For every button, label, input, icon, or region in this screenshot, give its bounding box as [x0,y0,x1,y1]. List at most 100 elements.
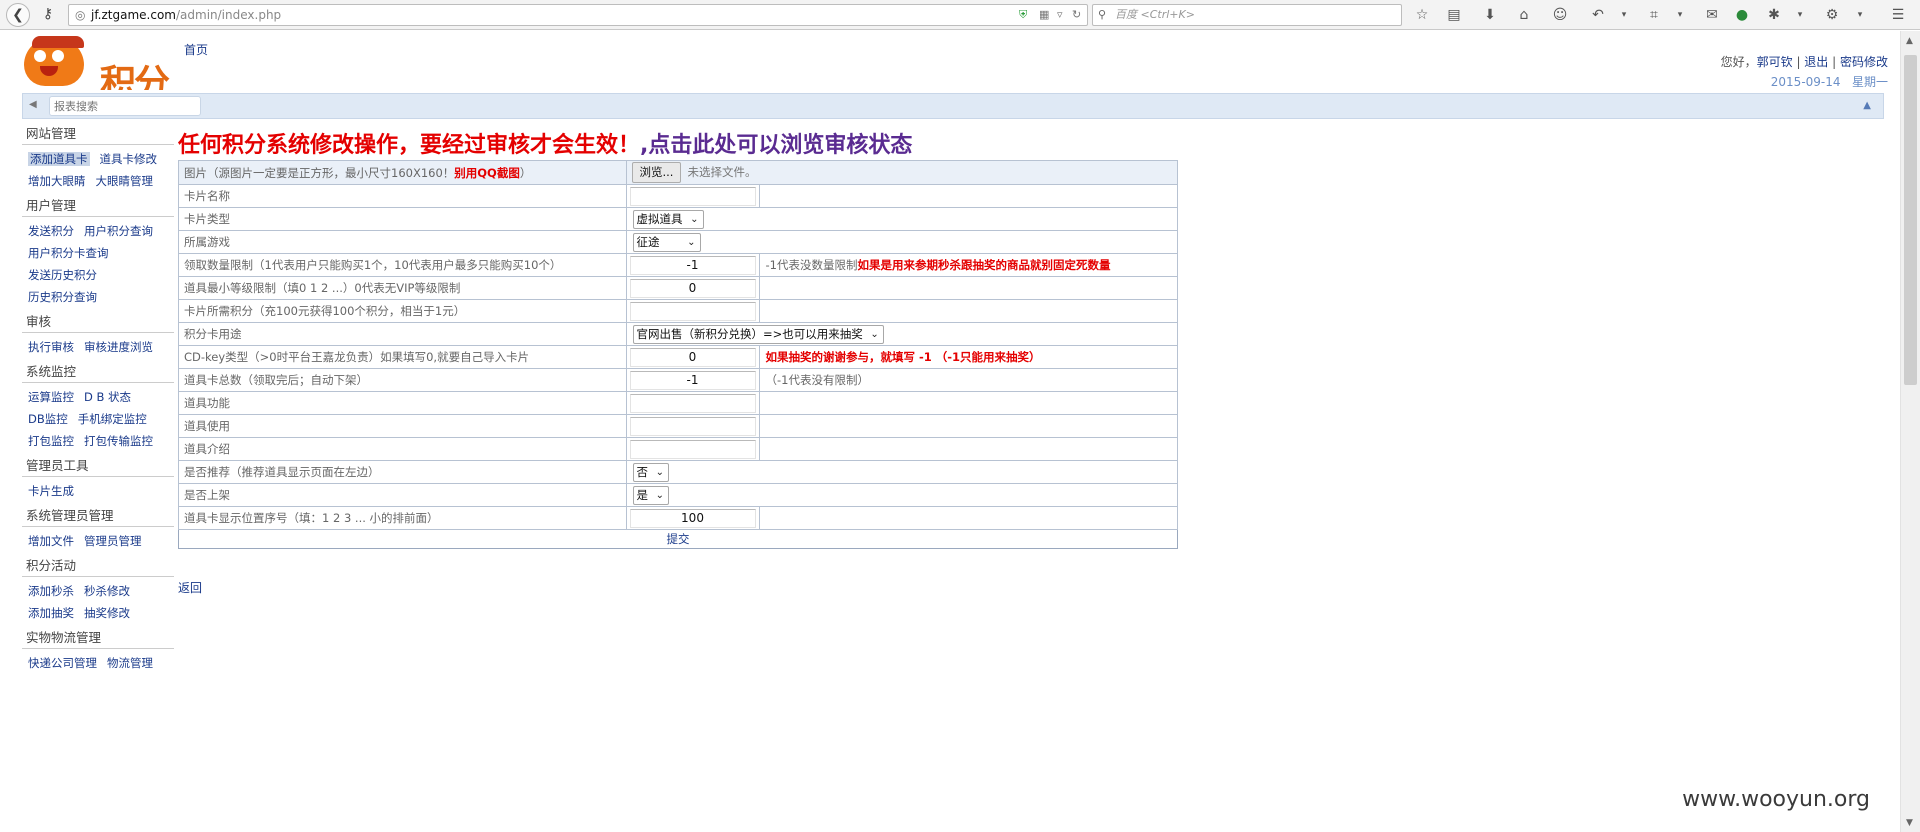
key-icon[interactable]: ⚷ [36,3,60,27]
star-icon[interactable]: ☆ [1412,5,1432,25]
cdkey-input[interactable] [629,347,756,367]
order-input[interactable] [629,508,756,528]
limit-input[interactable] [629,255,756,275]
usage-select[interactable]: 官网出售（新积分兑换）=>也可以用来抽奖 ⌄ [632,324,884,344]
recommend-select[interactable]: 否 ⌄ [632,462,669,482]
sidebar-item[interactable]: 手机绑定监控 [78,412,147,426]
logout-link[interactable]: 退出 [1804,55,1828,69]
sidebar-section-title: 网站管理 [22,123,174,145]
dropdown-icon[interactable]: ▿ [1057,5,1063,25]
audit-status-link[interactable]: ,点击此处可以浏览审核状态 [640,133,912,158]
sidebar-section-title: 实物物流管理 [22,627,174,649]
tools-icon[interactable]: ⚙ [1822,5,1842,25]
sidebar-item[interactable]: 抽奖修改 [84,606,130,620]
qr-icon[interactable]: ▦ [1039,5,1049,25]
card-type-select[interactable]: 虚拟道具 ⌄ [632,209,704,229]
audit-notice-warning: 任何积分系统修改操作，要经过审核才会生效！ [178,133,641,158]
sidebar-item[interactable]: 发送积分 [28,224,74,238]
home-link[interactable]: 首页 [184,41,208,58]
sidebar-item[interactable]: 审核进度浏览 [84,340,153,354]
report-search-input[interactable] [49,96,201,116]
clipboard-icon[interactable]: ▤ [1444,5,1464,25]
chevron-down-icon[interactable]: ▾ [1670,5,1690,25]
sidebar-item[interactable]: 添加秒杀 [28,584,74,598]
address-bar[interactable]: ◎ jf.ztgame.com/admin/index.php ⛨ ▦ ▿ ↻ [68,4,1088,26]
points-input[interactable] [629,301,756,321]
sidebar-item[interactable]: 执行审核 [28,340,74,354]
crop-icon[interactable]: ⌗ [1644,5,1664,25]
date-value: 2015-09-14 [1770,75,1841,89]
sidebar-section-items: 发送积分 用户积分查询用户积分卡查询发送历史积分 历史积分查询 [22,217,174,309]
sidebar-item[interactable]: 用户积分卡查询 [28,246,109,260]
submit-link[interactable]: 提交 [667,532,690,546]
chevron-down-icon[interactable]: ▾ [1850,5,1870,25]
sidebar-item[interactable]: 打包监控 [28,434,74,448]
collapse-up-icon[interactable]: ▲ [1863,100,1871,111]
scrollbar[interactable]: ▲ ▼ [1900,31,1920,832]
home-icon[interactable]: ⌂ [1514,5,1534,25]
sidebar-item[interactable]: 添加抽奖 [28,606,74,620]
page-content: 积分 首页 您好，郭可钦 | 退出 | 密码修改 2015-09-14 星期一 … [0,31,1900,832]
sidebar-section-items: 增加文件 管理员管理 [22,527,174,553]
function-input[interactable] [629,393,756,413]
username-link[interactable]: 郭可钦 [1757,55,1793,69]
back-icon[interactable]: ❮ [6,3,30,27]
sidebar-item[interactable]: 卡片生成 [28,484,74,498]
scroll-up-icon[interactable]: ▲ [1906,36,1913,46]
undo-icon[interactable]: ↶ [1588,5,1608,25]
image-upload-cell: 浏览... 未选择文件。 [625,160,1178,185]
collapse-left-icon[interactable]: ◀ [29,99,37,110]
sidebar-item[interactable]: 打包传输监控 [84,434,153,448]
sidebar-item[interactable]: 添加道具卡 [28,152,90,166]
sidebar-item[interactable]: 运算监控 [28,390,74,404]
total-input[interactable] [629,370,756,390]
sidebar-item[interactable]: 秒杀修改 [84,584,130,598]
audit-notice[interactable]: 任何积分系统修改操作，要经过审核才会生效！,点击此处可以浏览审核状态 [178,127,912,159]
intro-label: 道具介绍 [178,437,627,461]
scroll-down-icon[interactable]: ▼ [1906,818,1913,828]
total-label: 道具卡总数（领取完后；自动下架） [178,368,627,392]
sidebar-item[interactable]: 增加文件 [28,534,74,548]
sidebar-item[interactable]: 快递公司管理 [28,656,97,670]
form-row-card-name: 卡片名称 [178,184,1178,208]
min-level-input[interactable] [629,278,756,298]
use-input[interactable] [629,416,756,436]
green-extension-icon[interactable]: ● [1732,5,1752,25]
change-password-link[interactable]: 密码修改 [1840,55,1888,69]
form-row-image: 图片（源图片一定要是正方形，最小尺寸160X160！别用QQ截图） 浏览... 未… [178,160,1178,185]
sidebar-item[interactable]: 道具卡修改 [100,152,158,166]
menu-icon[interactable]: ☰ [1888,5,1908,25]
back-link[interactable]: 返回 [178,579,202,596]
form-row-submit: 提交 [179,530,1178,549]
on-shelf-select[interactable]: 是 ⌄ [632,485,669,505]
usage-label: 积分卡用途 [178,322,627,346]
form-row-cdkey: CD-key类型（>0时平台王嘉龙负责）如果填写0,就要自己导入卡片 如果抽奖的… [178,345,1178,369]
chevron-down-icon[interactable]: ▾ [1790,5,1810,25]
sidebar-item[interactable]: 历史积分查询 [28,290,97,304]
chat-icon[interactable]: ✉ [1702,5,1722,25]
use-label: 道具使用 [178,414,627,438]
sidebar-item[interactable]: 发送历史积分 [28,268,97,282]
game-select[interactable]: 征途 ⌄ [632,232,701,252]
chevron-down-icon[interactable]: ▾ [1614,5,1634,25]
sidebar-item[interactable]: 物流管理 [107,656,153,670]
browse-button[interactable]: 浏览... [631,162,682,183]
emoji-icon[interactable]: ☺ [1550,5,1570,25]
url-path: /admin/index.php [176,8,282,22]
sidebar-item[interactable]: 增加大眼睛 [28,174,86,188]
scrollbar-thumb[interactable] [1904,55,1917,385]
chevron-down-icon: ⌄ [870,328,879,340]
bug-icon[interactable]: ✱ [1764,5,1784,25]
browser-search-input[interactable]: ⚲ 百度 <Ctrl+K> [1092,4,1402,26]
card-name-input[interactable] [629,186,756,206]
sidebar-item[interactable]: DB监控 [28,412,68,426]
sidebar-item[interactable]: 大眼睛管理 [96,174,154,188]
intro-input[interactable] [629,439,756,459]
sidebar-item[interactable]: D B 状态 [84,390,131,404]
reload-icon[interactable]: ↻ [1072,5,1081,25]
no-file-text: 未选择文件。 [687,165,757,179]
sidebar-item[interactable]: 用户积分查询 [84,224,153,238]
sidebar-item[interactable]: 管理员管理 [84,534,142,548]
download-icon[interactable]: ⬇ [1480,5,1500,25]
sidebar-section-items: 快递公司管理 物流管理 [22,649,174,675]
